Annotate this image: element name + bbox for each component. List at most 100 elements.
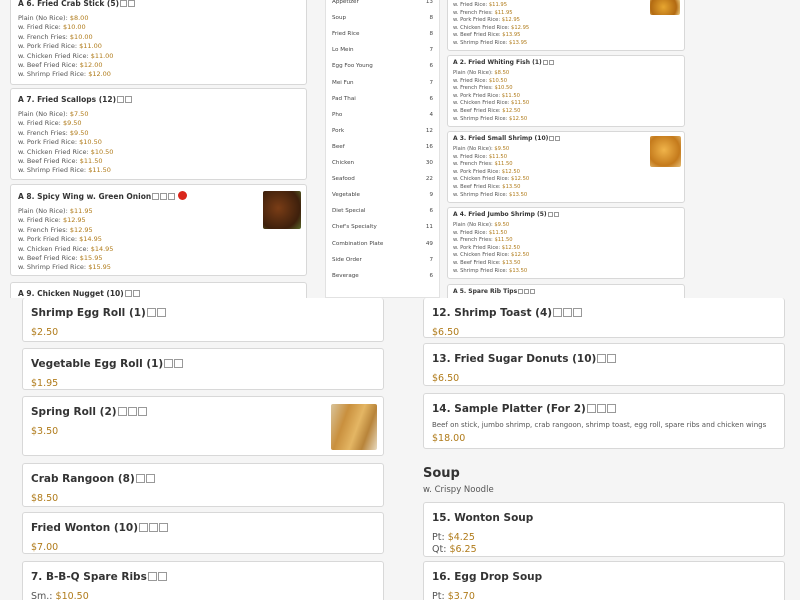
category-item[interactable]: Side Order 7: [332, 257, 433, 263]
price-row: Plain (No Rice): $8.00: [18, 14, 299, 23]
price-value: $8.50: [494, 70, 510, 76]
menu-item-card[interactable]: A 8. Spicy Wing w. Green Onion Plain (No…: [10, 184, 307, 276]
chinese-char-icon: [149, 523, 159, 532]
menu-item-card[interactable]: 16. Egg Drop Soup Pt: $3.70: [423, 561, 785, 600]
menu-item-title: Vegetable Egg Roll (1): [31, 358, 375, 370]
price-row: w. Shrimp Fried Rice: $13.50: [453, 192, 679, 200]
menu-item-card[interactable]: 14. Sample Platter (For 2) Beef on stick…: [423, 393, 785, 449]
category-item[interactable]: Pho 4: [332, 112, 433, 118]
category-name: Chicken: [332, 160, 355, 166]
category-item[interactable]: Vegetable 9: [332, 192, 433, 198]
price-label: w. Fried Rice:: [453, 77, 489, 84]
price-label: w. Pork Fried Rice:: [18, 138, 80, 147]
price-row: w. Pork Fried Rice: $12.95: [453, 17, 679, 25]
category-item[interactable]: Soup 8: [332, 15, 433, 21]
category-item[interactable]: Chef's Specialty 11: [332, 224, 433, 230]
category-count: 6: [429, 63, 433, 70]
price-row: w. French Fries: $11.95: [453, 10, 679, 18]
price-label: w. French Fries:: [18, 32, 70, 41]
category-count: 4: [429, 111, 433, 118]
price-value: $8.50: [31, 493, 59, 504]
price-row: w. French Fries: $10.00: [18, 33, 299, 42]
category-item[interactable]: Beef 16: [332, 144, 433, 150]
price-value: $3.50: [31, 426, 59, 437]
price-row: w. Chicken Fried Rice: $12.50: [453, 252, 679, 260]
price-value: $10.50: [55, 591, 89, 600]
chinese-char-icon: [548, 60, 554, 65]
category-item[interactable]: Lo Mein 7: [332, 47, 433, 53]
price-value: $12.00: [79, 61, 103, 70]
menu-item-card[interactable]: 12. Shrimp Toast (4) $6.50: [423, 298, 785, 338]
price-label: Plain (No Rice):: [18, 207, 70, 215]
menu-item-card[interactable]: 15. Wonton Soup Pt: $4.25 Qt: $6.25: [423, 502, 785, 557]
menu-item-card[interactable]: A 4. Fried Jumbo Shrimp (5) Plain (No Ri…: [447, 207, 685, 279]
menu-item-card[interactable]: Fried Wonton (10) $7.00: [22, 512, 384, 554]
fried-shrimp-photo[interactable]: [650, 136, 681, 167]
category-name: Pork: [332, 127, 345, 134]
category-item[interactable]: Appetizer 13: [332, 0, 433, 5]
price-value: $12.95: [501, 17, 520, 24]
category-item[interactable]: Combination Plate 49: [332, 241, 433, 247]
price-row: w. French Fries: $11.50: [453, 161, 679, 169]
menu-item-card[interactable]: Vegetable Egg Roll (1) $1.95: [22, 348, 384, 390]
food-photo[interactable]: [650, 0, 680, 15]
price-label: Sm.:: [31, 591, 56, 600]
chinese-char-icon: [553, 212, 559, 217]
category-item[interactable]: Diet Special 6: [332, 208, 433, 214]
price-value: $12.50: [502, 107, 521, 114]
menu-item-card[interactable]: A 9. Chicken Nugget (10): [10, 282, 307, 298]
price-value: $11.95: [494, 9, 513, 16]
menu-item-card[interactable]: A 6. Fried Crab Stick (5) Plain (No Rice…: [10, 0, 307, 85]
category-item[interactable]: Pad Thai 6: [332, 96, 433, 102]
price-value: $13.50: [509, 191, 528, 198]
menu-panel-top-right: Appetizer 13 Soup 8 Fried Rice 8 Lo Mein 7 Egg F…: [315, 0, 800, 298]
price-label: w. Pork Fried Rice:: [453, 244, 502, 251]
price-row: w. Pork Fried Rice: $14.95: [18, 235, 299, 244]
price-value: $13.50: [509, 267, 528, 274]
category-name: Diet Special: [332, 208, 366, 215]
price-label: w. Beef Fried Rice:: [18, 61, 80, 70]
category-name: Lo Mein: [332, 47, 354, 54]
category-item[interactable]: Seafood 22: [332, 176, 433, 182]
chinese-char-icon: [124, 290, 132, 297]
category-count: 6: [429, 272, 433, 279]
spring-roll-photo[interactable]: [331, 404, 377, 450]
category-name: Appetizer: [332, 0, 359, 5]
category-item[interactable]: Egg Foo Young 6: [332, 63, 433, 69]
price-value: $18.00: [432, 433, 466, 444]
menu-item-description: Beef on stick, jumbo shrimp, crab rangoo…: [432, 421, 767, 429]
menu-item-card[interactable]: A 5. Spare Rib Tips: [447, 284, 685, 298]
chinese-char-icon: [117, 96, 125, 103]
price-value: $8.00: [69, 14, 89, 22]
menu-item-card[interactable]: A 2. Fried Whiting Fish (1) Plain (No Ri…: [447, 55, 685, 127]
price-row: Plain (No Rice): $8.50: [453, 70, 679, 78]
category-item[interactable]: Fried Rice 8: [332, 31, 433, 37]
price-label: Plain (No Rice):: [453, 222, 495, 228]
price-value: $11.50: [88, 166, 111, 175]
price-value: $10.00: [69, 32, 93, 41]
category-item[interactable]: Beverage 6: [332, 273, 433, 279]
price-row: Plain (No Rice): $9.50: [453, 222, 679, 230]
menu-item-card[interactable]: Shrimp Egg Roll (1) $2.50: [22, 298, 384, 342]
spicy-wing-photo[interactable]: [263, 191, 301, 229]
price-row: w. Beef Fried Rice: $13.50: [453, 184, 679, 192]
menu-item-card[interactable]: 13. Fried Sugar Donuts (10) $6.50: [423, 343, 785, 386]
category-item[interactable]: Mei Fun 7: [332, 80, 433, 86]
price-label: Pt:: [432, 591, 448, 600]
menu-item-card[interactable]: A 3. Fried Small Shrimp (10) Plain (No R…: [447, 131, 685, 203]
menu-item-card[interactable]: 7. B-B-Q Spare Ribs Sm.: $10.50: [22, 561, 384, 600]
price-label: w. Beef Fried Rice:: [453, 32, 503, 39]
category-item[interactable]: Chicken 30: [332, 160, 433, 166]
menu-item-card[interactable]: w. Fried Rice: $11.95 w. French Fries: $1…: [447, 0, 685, 51]
category-name: Beverage: [332, 272, 359, 279]
category-item[interactable]: Pork 12: [332, 128, 433, 134]
price-value: $11.50: [488, 229, 508, 236]
chinese-char-icon: [586, 404, 596, 413]
menu-item-card[interactable]: Spring Roll (2) $3.50: [22, 396, 384, 456]
price-label: w. French Fries:: [453, 85, 495, 92]
menu-item-card[interactable]: Crab Rangoon (8) $8.50: [22, 463, 384, 507]
chinese-char-icon: [547, 212, 553, 217]
chinese-char-icon: [152, 193, 160, 200]
menu-item-card[interactable]: A 7. Fried Scallops (12) Plain (No Rice)…: [10, 88, 307, 180]
price-value: $12.50: [501, 244, 520, 251]
